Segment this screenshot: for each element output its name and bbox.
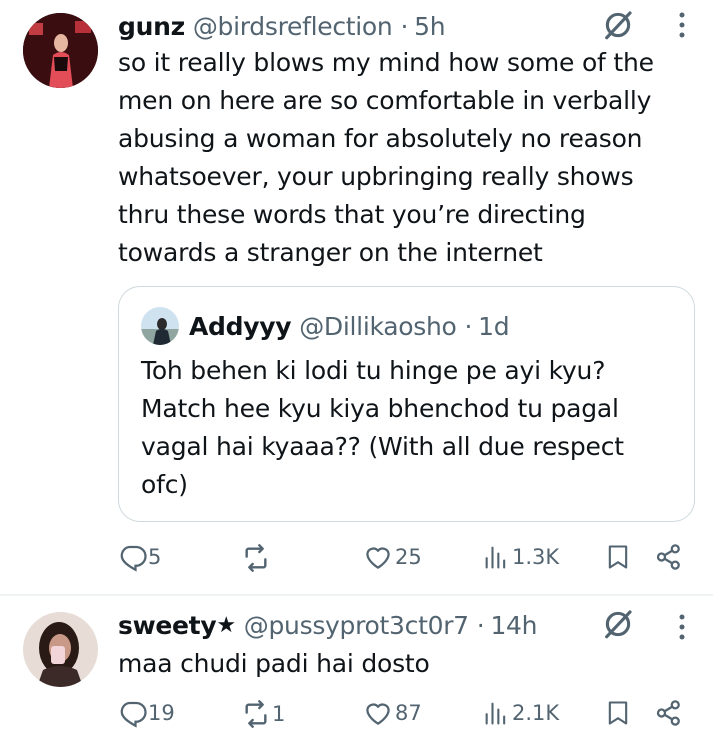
repost-button[interactable]: 1 <box>240 698 285 730</box>
tweet-text: maa chudi padi hai dosto <box>118 649 430 678</box>
bar-chart-icon <box>482 698 510 728</box>
reply-count: 19 <box>148 701 175 725</box>
like-count: 87 <box>395 701 422 725</box>
avatar-image <box>23 612 98 687</box>
speech-bubble-icon <box>118 542 148 572</box>
bar-chart-icon <box>482 542 510 572</box>
bookmark-icon <box>604 698 632 728</box>
repost-button[interactable] <box>240 542 276 574</box>
tweet[interactable]: gunz @birdsreflection · 5h so it really … <box>0 0 713 594</box>
views-count: 2.1K <box>512 701 560 725</box>
bookmark-button[interactable] <box>604 542 632 572</box>
repost-count: 1 <box>272 702 286 726</box>
quote-text: Toh behen ki lodi tu hinge pe ayi kyu? M… <box>141 356 624 499</box>
reply-count: 5 <box>148 545 162 569</box>
display-name[interactable]: sweety <box>118 611 217 640</box>
separator-dot: · <box>476 610 485 640</box>
repost-arrows-icon <box>240 542 272 574</box>
like-button[interactable]: 25 <box>363 542 422 572</box>
like-count: 25 <box>395 545 422 569</box>
avatar[interactable] <box>23 13 98 88</box>
more-vertical-icon[interactable] <box>678 10 686 40</box>
heart-icon <box>363 542 393 572</box>
share-icon <box>654 698 684 728</box>
share-button[interactable] <box>654 542 684 572</box>
bookmark-icon <box>604 542 632 572</box>
repost-arrows-icon <box>240 698 272 730</box>
speech-bubble-icon <box>118 698 148 728</box>
star-badge-icon: ★ <box>216 612 236 638</box>
handle[interactable]: @birdsreflection <box>193 12 393 41</box>
quote-avatar[interactable] <box>141 307 179 345</box>
heart-icon <box>363 698 393 728</box>
views-button[interactable]: 2.1K <box>482 698 559 728</box>
handle[interactable]: @pussyprot3ct0r7 <box>244 611 469 640</box>
action-bar: 5 25 1.3K <box>0 538 713 578</box>
views-count: 1.3K <box>512 545 560 569</box>
avatar[interactable] <box>23 612 98 687</box>
quote-handle[interactable]: @Dillikaosho <box>299 312 457 341</box>
reply-button[interactable]: 5 <box>118 542 161 572</box>
grok-slash-icon[interactable] <box>601 8 635 42</box>
quote-display-name[interactable]: Addyyy <box>189 312 292 341</box>
tweet[interactable]: sweety ★ @pussyprot3ct0r7 · 14h maa chud… <box>0 595 713 743</box>
bookmark-button[interactable] <box>604 698 632 728</box>
more-vertical-icon[interactable] <box>678 612 686 642</box>
timestamp[interactable]: 5h <box>414 12 445 41</box>
separator-dot: · <box>400 11 409 41</box>
quote-timestamp[interactable]: 1d <box>478 312 509 341</box>
reply-button[interactable]: 19 <box>118 698 175 728</box>
timestamp[interactable]: 14h <box>490 611 537 640</box>
action-bar: 19 1 87 2.1K <box>0 694 713 734</box>
display-name[interactable]: gunz <box>118 12 185 41</box>
views-button[interactable]: 1.3K <box>482 542 559 572</box>
share-button[interactable] <box>654 698 684 728</box>
quoted-tweet[interactable]: Addyyy @Dillikaosho · 1d Toh behen ki lo… <box>118 286 695 522</box>
like-button[interactable]: 87 <box>363 698 422 728</box>
tweet-text: so it really blows my mind how some of t… <box>118 48 654 267</box>
avatar-image <box>141 307 179 345</box>
avatar-image <box>23 13 98 88</box>
grok-slash-icon[interactable] <box>601 607 635 641</box>
share-icon <box>654 542 684 572</box>
separator-dot: · <box>464 311 473 341</box>
